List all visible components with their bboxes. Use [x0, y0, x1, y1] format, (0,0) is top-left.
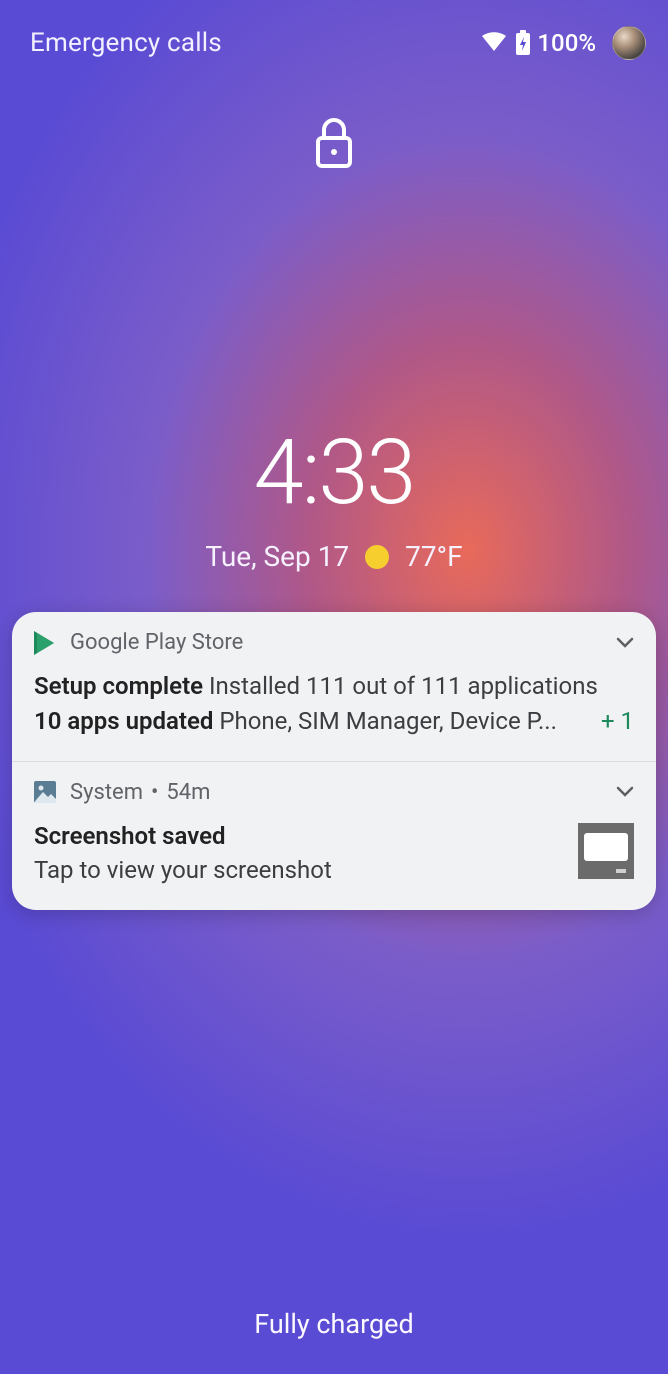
sun-icon: [365, 545, 389, 569]
lock-icon[interactable]: [314, 118, 354, 168]
notification-body: Screenshot saved Tap to view your screen…: [34, 819, 634, 889]
notification-play-store[interactable]: Google Play Store Setup complete Install…: [12, 612, 656, 761]
wifi-icon: [481, 32, 507, 54]
notification-subtitle: Tap to view your screenshot: [34, 853, 562, 888]
notification-body: Setup complete Installed 111 out of 111 …: [34, 669, 634, 739]
battery-percentage: 100%: [537, 29, 596, 57]
notification-header: System • 54m: [34, 780, 634, 805]
status-right: 100%: [481, 26, 646, 60]
battery-charging-icon: [515, 30, 531, 56]
notification-more-count: + 1: [601, 707, 634, 735]
charge-status: Fully charged: [0, 1308, 668, 1340]
play-store-icon: [34, 631, 56, 655]
chevron-down-icon[interactable]: [616, 786, 634, 798]
notification-app-name: Google Play Store: [70, 630, 243, 655]
clock-area: 4:33 Tue, Sep 17 77°F: [0, 428, 668, 573]
temperature-label: 77°F: [405, 540, 462, 573]
notification-app-name: System: [70, 780, 143, 805]
date-weather[interactable]: Tue, Sep 17 77°F: [0, 540, 668, 573]
notification-line-1: Setup complete Installed 111 out of 111 …: [34, 669, 634, 704]
notification-time: 54m: [166, 780, 210, 805]
user-avatar[interactable]: [612, 26, 646, 60]
clock-time: 4:33: [0, 428, 668, 518]
chevron-down-icon[interactable]: [616, 637, 634, 649]
screenshot-thumbnail[interactable]: [578, 823, 634, 879]
date-label: Tue, Sep 17: [205, 540, 349, 573]
carrier-label: Emergency calls: [30, 28, 222, 58]
notification-line-2: 10 apps updated Phone, SIM Manager, Devi…: [34, 704, 595, 739]
notification-header: Google Play Store: [34, 630, 634, 655]
status-bar: Emergency calls 100%: [0, 18, 668, 68]
notification-shade[interactable]: Google Play Store Setup complete Install…: [12, 612, 656, 910]
image-icon: [34, 781, 56, 803]
notification-title: Screenshot saved: [34, 819, 562, 854]
time-separator: •: [151, 780, 158, 805]
notification-screenshot[interactable]: System • 54m Screenshot saved Tap to vie…: [12, 762, 656, 911]
